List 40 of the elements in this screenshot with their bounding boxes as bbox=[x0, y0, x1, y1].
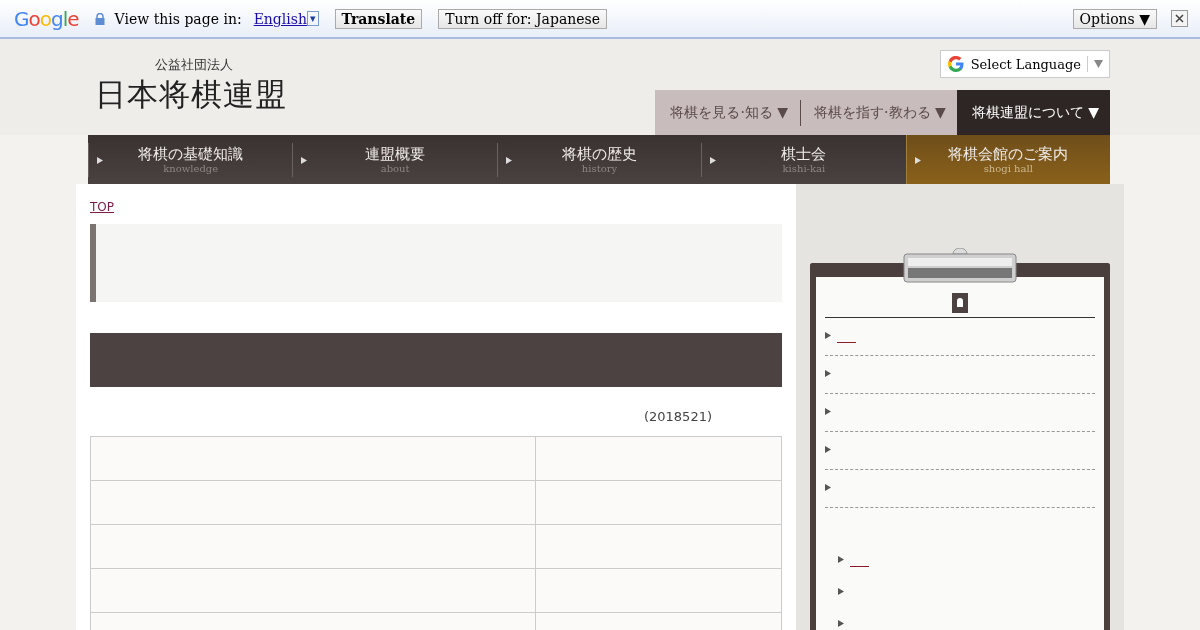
language-select[interactable]: Select Language bbox=[939, 50, 1110, 78]
sub-menu-item[interactable]: 連盟概要 about bbox=[292, 142, 497, 177]
language-dropdown[interactable]: ▾ bbox=[307, 11, 319, 26]
triangle-icon bbox=[914, 156, 921, 164]
site-logo[interactable]: 日本将棋連盟 bbox=[95, 74, 287, 116]
bullet-icon bbox=[825, 332, 831, 339]
sub-menu-item[interactable]: 将棋の基礎知識 knowledge bbox=[88, 142, 293, 177]
top-menu-tab[interactable]: 将棋連盟について ▼ bbox=[956, 90, 1110, 135]
triangle-icon bbox=[505, 156, 512, 164]
turn-off-button[interactable]: Turn off for: Japanese bbox=[438, 8, 608, 29]
bullet-icon bbox=[838, 588, 844, 595]
link-underline[interactable] bbox=[837, 342, 856, 343]
bullet-icon bbox=[838, 620, 844, 627]
triangle-icon bbox=[301, 156, 308, 164]
bullet-icon bbox=[838, 556, 844, 563]
bullet-icon bbox=[825, 446, 831, 453]
options-button[interactable]: Options ▼ bbox=[1072, 8, 1157, 29]
org-type: 公益社団法人 bbox=[154, 56, 234, 74]
google-logo: Google bbox=[14, 6, 79, 31]
bullet-icon bbox=[825, 370, 831, 377]
triangle-icon bbox=[97, 156, 103, 164]
top-menu-tab[interactable]: 将棋を見る·知る ▼ bbox=[655, 90, 800, 135]
language-link[interactable]: English bbox=[253, 10, 307, 27]
link-underline[interactable] bbox=[850, 566, 869, 567]
triangle-icon bbox=[710, 156, 717, 164]
sub-menu-item[interactable]: 将棋会館のご案内 shogi hall bbox=[905, 135, 1110, 184]
breadcrumb-link[interactable]: TOP bbox=[90, 198, 114, 224]
bullet-icon bbox=[825, 408, 831, 415]
sub-menu-item[interactable]: 棋士会 kishi-kai bbox=[701, 142, 906, 177]
caret-icon bbox=[1094, 60, 1103, 68]
view-label: View this page in: bbox=[114, 10, 242, 27]
translate-button[interactable]: Translate bbox=[334, 8, 423, 29]
document-icon bbox=[952, 293, 968, 313]
bullet-icon bbox=[825, 484, 831, 491]
sub-menu-item[interactable]: 将棋の歴史 history bbox=[496, 142, 702, 177]
close-button[interactable] bbox=[1171, 10, 1188, 27]
google-g-icon bbox=[946, 55, 965, 73]
close-icon bbox=[1175, 14, 1184, 23]
lock-icon bbox=[94, 12, 105, 25]
date-text: (2018521) bbox=[642, 408, 713, 426]
